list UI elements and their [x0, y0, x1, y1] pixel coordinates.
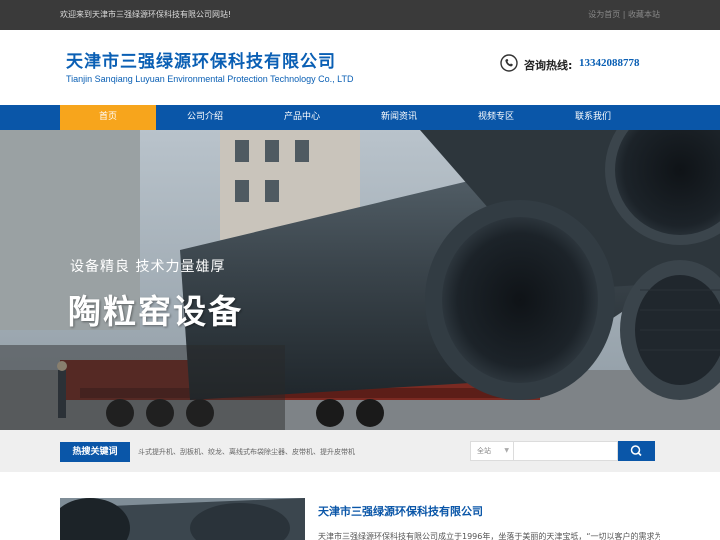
chevron-down-icon: ▼ — [504, 447, 509, 454]
nav-item-videos[interactable]: 视频专区 — [448, 105, 544, 130]
about-title[interactable]: 天津市三强绿源环保科技有限公司 — [318, 503, 483, 519]
search-scope-value: 全站 — [477, 447, 491, 455]
banner-title: 陶粒窑设备 — [68, 292, 243, 331]
nav-item-products[interactable]: 产品中心 — [254, 105, 350, 130]
site-header: 天津市三强绿源环保科技有限公司 Tianjin Sanqiang Luyuan … — [0, 30, 720, 105]
hot-keywords-label: 热搜关键词 — [60, 442, 130, 462]
about-image — [60, 498, 305, 540]
hotline-number[interactable]: 13342088778 — [579, 57, 640, 69]
nav-item-news[interactable]: 新闻资讯 — [351, 105, 447, 130]
top-bar: 欢迎来到天津市三强绿源环保科技有限公司网站! 设为首页 | 收藏本站 — [0, 0, 720, 30]
welcome-text: 欢迎来到天津市三强绿源环保科技有限公司网站! — [60, 10, 232, 19]
about-text: 天津市三强绿源环保科技有限公司成立于1996年，坐落于美丽的天津宝坻，“一切以客… — [318, 532, 660, 540]
search-button[interactable] — [618, 441, 655, 461]
search-bar: 热搜关键词 斗式提升机、刮板机、绞龙、离线式布袋除尘器、皮带机、提升皮带机 全站… — [0, 430, 720, 472]
company-name-en: Tianjin Sanqiang Luyuan Environmental Pr… — [66, 74, 354, 84]
top-links: 设为首页 | 收藏本站 — [588, 10, 660, 20]
phone-icon — [500, 54, 518, 72]
main-nav: 首页 公司介绍 产品中心 新闻资讯 视频专区 联系我们 — [0, 105, 720, 130]
top-bar-inner: 欢迎来到天津市三强绿源环保科技有限公司网站! 设为首页 | 收藏本站 — [60, 0, 660, 30]
nav-item-home[interactable]: 首页 — [60, 105, 156, 130]
hotline-label: 咨询热线: — [524, 59, 573, 72]
search-icon — [630, 445, 642, 457]
company-name-cn[interactable]: 天津市三强绿源环保科技有限公司 — [66, 47, 336, 72]
nav-item-about[interactable]: 公司介绍 — [157, 105, 253, 130]
top-links-separator: | — [622, 10, 626, 19]
bookmark-link[interactable]: 收藏本站 — [628, 10, 660, 19]
nav-item-contact[interactable]: 联系我们 — [545, 105, 641, 130]
search-scope-select[interactable]: 全站 ▼ — [470, 441, 514, 461]
search-input[interactable] — [514, 441, 618, 461]
banner-slogan: 设备精良 技术力量雄厚 — [70, 259, 226, 275]
set-home-link[interactable]: 设为首页 — [588, 10, 620, 19]
hot-keywords-list[interactable]: 斗式提升机、刮板机、绞龙、离线式布袋除尘器、皮带机、提升皮带机 — [138, 447, 355, 457]
banner-text-overlay — [0, 345, 285, 430]
hero-banner[interactable]: 设备精良 技术力量雄厚 陶粒窑设备 — [0, 130, 720, 430]
